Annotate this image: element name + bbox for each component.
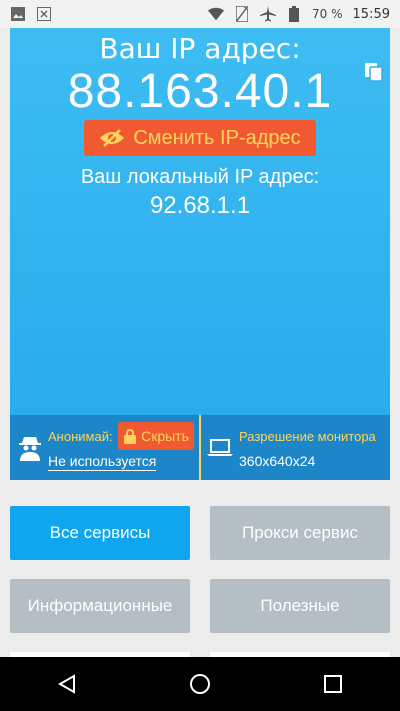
all-services-button[interactable]: Все сервисы xyxy=(10,506,190,560)
anonymizer-status[interactable]: Не используется xyxy=(48,453,157,471)
change-ip-button[interactable]: Сменить IP-адрес xyxy=(84,120,316,156)
hide-button[interactable]: Скрыть xyxy=(118,422,194,450)
laptop-icon xyxy=(207,439,233,457)
image-icon xyxy=(10,6,26,22)
info-strip: Анонимай: Скрыть Не используется Разреше… xyxy=(10,415,390,480)
clock: 15:59 xyxy=(352,6,390,22)
ip-panel: Ваш IP адрес: 88.163.40.1 Сменить IP-адр… xyxy=(10,28,390,480)
spy-icon xyxy=(18,435,42,461)
informational-button[interactable]: Информационные xyxy=(10,579,190,633)
recents-button[interactable] xyxy=(303,664,363,704)
anonymizer-cell: Анонимай: Скрыть Не используется xyxy=(10,415,201,480)
status-bar: 70 % 15:59 xyxy=(0,0,400,28)
airplane-icon xyxy=(260,6,277,22)
close-box-icon xyxy=(36,6,52,22)
wifi-icon xyxy=(208,6,225,22)
proxy-service-button[interactable]: Прокси сервис xyxy=(210,506,390,560)
recents-square-icon xyxy=(323,674,343,694)
no-sim-icon xyxy=(234,6,250,22)
local-ip: 92.68.1.1 xyxy=(149,192,251,219)
change-ip-label: Сменить IP-адрес xyxy=(133,126,301,149)
ip-title: Ваш IP адрес: xyxy=(99,32,301,65)
useful-button[interactable]: Полезные xyxy=(210,579,390,633)
home-circle-icon xyxy=(189,673,211,695)
navigation-bar xyxy=(0,657,400,711)
battery-level: 70 % xyxy=(312,7,343,21)
monitor-resolution-label: Разрешение монитора xyxy=(239,429,376,444)
local-ip-title: Ваш локальный IP адрес: xyxy=(80,166,320,188)
battery-icon xyxy=(286,6,302,22)
copy-icon[interactable] xyxy=(364,62,384,82)
anonymizer-label: Анонимай: xyxy=(48,429,113,444)
back-button[interactable] xyxy=(37,664,97,704)
public-ip: 88.163.40.1 xyxy=(67,65,333,118)
monitor-cell: Разрешение монитора 360x640x24 xyxy=(201,415,390,480)
back-triangle-icon xyxy=(57,674,77,694)
home-button[interactable] xyxy=(170,664,230,704)
hide-label: Скрыть xyxy=(141,428,189,444)
monitor-resolution-value: 360x640x24 xyxy=(239,453,316,469)
hidden-eye-icon xyxy=(99,128,125,148)
lock-icon xyxy=(123,428,137,444)
